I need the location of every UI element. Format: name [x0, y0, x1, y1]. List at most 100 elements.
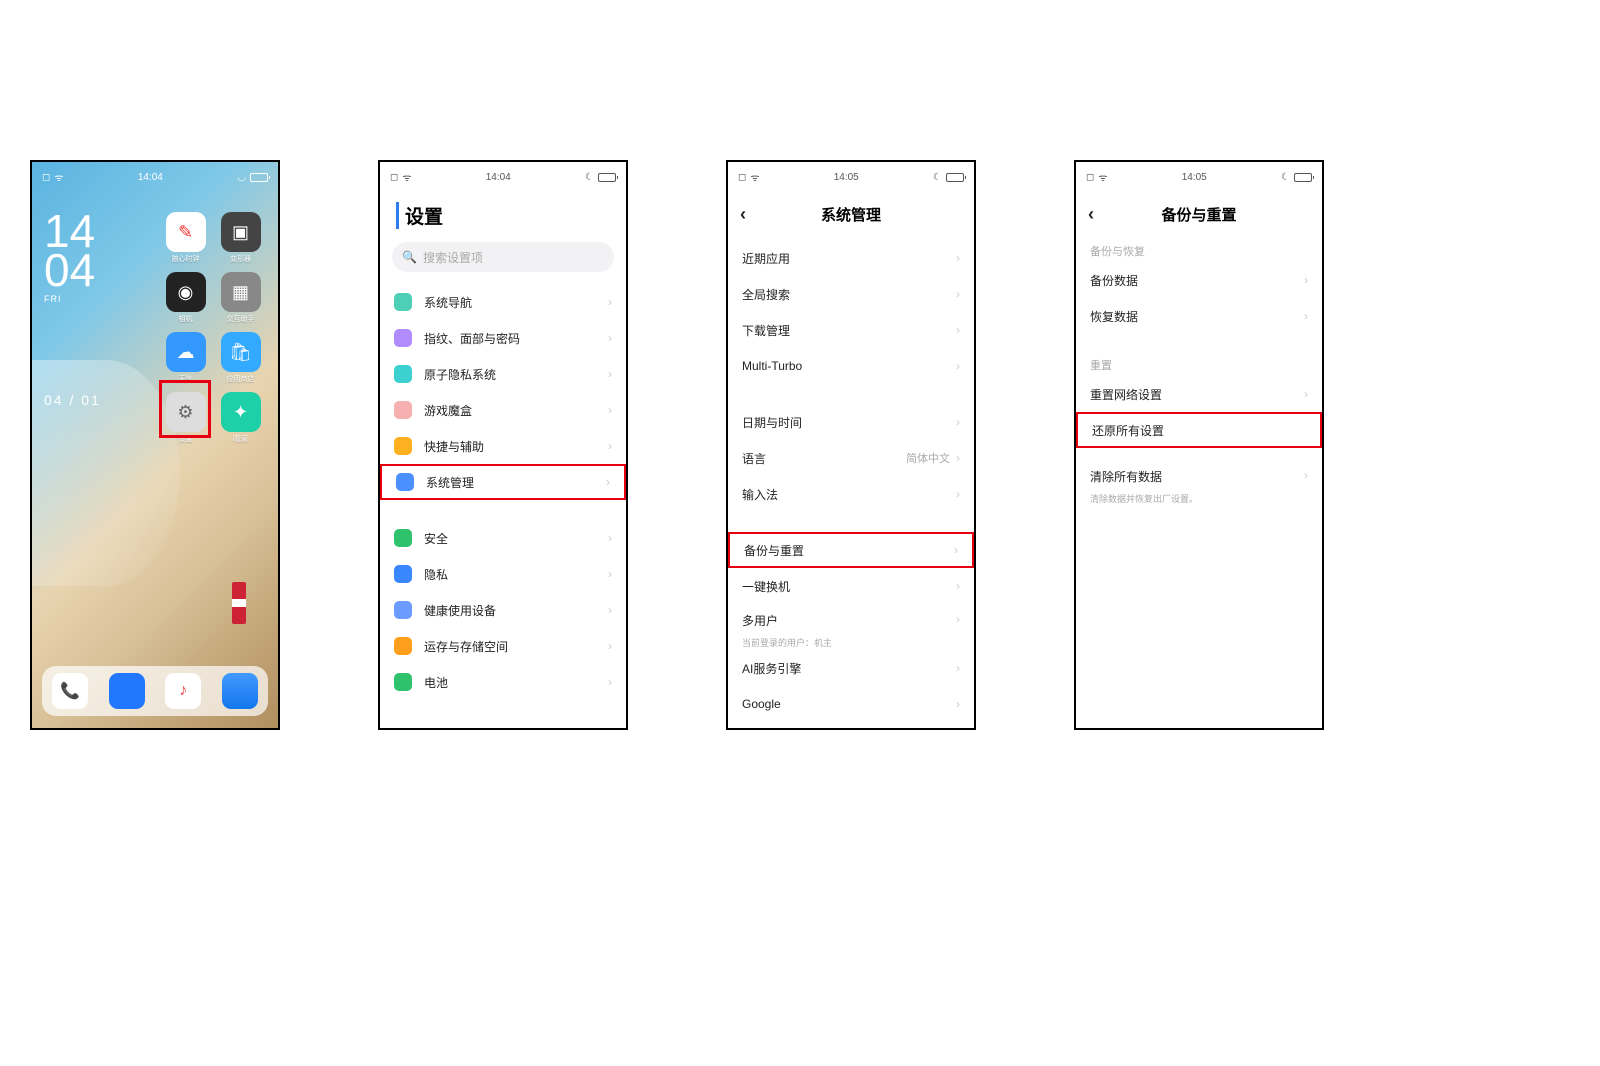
status-icon: ◻: [390, 172, 398, 183]
lighthouse-decoration: [232, 582, 246, 624]
chevron-right-icon: ›: [956, 612, 960, 626]
settings-item-nav[interactable]: 系统导航›: [380, 284, 626, 320]
chevron-right-icon: ›: [1304, 387, 1308, 401]
status-bar: ◻ ᯤ 14:04 ◡: [32, 168, 278, 186]
wifi-icon: ᯤ: [750, 170, 759, 184]
item-backup-data[interactable]: 备份数据›: [1076, 262, 1322, 298]
status-time: 14:05: [1182, 172, 1207, 183]
section-reset: 重置: [1076, 354, 1322, 376]
wallpaper: ◻ᯤ 14:04 ◡ 14 04 FRI 04 / 01 ✎随心时钟 ▣变形器 …: [32, 162, 278, 728]
item-migrate[interactable]: 一键换机›: [728, 568, 974, 604]
chevron-right-icon: ›: [956, 697, 960, 711]
status-time: 14:04: [486, 172, 511, 183]
settings-item-privacy[interactable]: 隐私›: [380, 556, 626, 592]
settings-item-quick[interactable]: 快捷与辅助›: [380, 428, 626, 464]
phone-settings: ◻ ᯤ 14:04 ☾ 设置 🔍搜索设置项 系统导航› 指纹、面部与密码› 原子隐…: [378, 160, 628, 730]
phone-backup-reset: ◻ᯤ 14:05 ☾ ‹ 备份与重置 备份与恢复 备份数据› 恢复数据› 重置 …: [1074, 160, 1324, 730]
app-store[interactable]: 🛍应用商店: [213, 332, 268, 392]
item-google[interactable]: Google›: [728, 686, 974, 722]
app-cube[interactable]: ▣变形器: [213, 212, 268, 272]
item-datetime[interactable]: 日期与时间›: [728, 404, 974, 440]
status-time: 14:04: [138, 172, 163, 183]
wifi-icon: ᯤ: [1098, 170, 1107, 184]
chevron-right-icon: ›: [956, 251, 960, 265]
battery-icon: [1294, 173, 1312, 182]
chevron-right-icon: ›: [608, 675, 612, 689]
status-icon: ◻: [42, 172, 50, 183]
status-bar: ◻ ᯤ 14:04 ☾: [380, 168, 626, 186]
settings-item-atom[interactable]: 原子隐私系统›: [380, 356, 626, 392]
status-time: 14:05: [834, 172, 859, 183]
page-title: 备份与重置: [1076, 204, 1322, 225]
chevron-right-icon: ›: [608, 567, 612, 581]
chevron-right-icon: ›: [956, 323, 960, 337]
app-box[interactable]: ▦交互助手: [213, 272, 268, 332]
status-bar: ◻ ᯤ 14:05 ☾: [728, 168, 974, 186]
page-title: 设置: [396, 202, 443, 229]
chevron-right-icon: ›: [606, 475, 610, 489]
search-icon: 🔍: [402, 250, 417, 264]
item-backup-reset[interactable]: 备份与重置›: [728, 532, 974, 568]
page-title: 系统管理: [728, 204, 974, 225]
battery-icon: [946, 173, 964, 182]
settings-item-system[interactable]: 系统管理›: [380, 464, 626, 500]
dock: 📞 ♪: [42, 666, 268, 716]
item-recent-apps[interactable]: 近期应用›: [728, 240, 974, 276]
settings-item-battery[interactable]: 电池›: [380, 664, 626, 700]
chevron-right-icon: ›: [608, 295, 612, 309]
highlight-settings-app: [159, 380, 211, 438]
status-icon: ◻: [738, 172, 746, 183]
chevron-right-icon: ›: [608, 531, 612, 545]
item-reset-all-settings[interactable]: 还原所有设置: [1076, 412, 1322, 448]
item-input[interactable]: 输入法›: [728, 476, 974, 512]
item-downloads[interactable]: 下载管理›: [728, 312, 974, 348]
moon-icon: ☾: [933, 172, 942, 183]
chevron-right-icon: ›: [1304, 468, 1308, 482]
phone-system-management: ◻ᯤ 14:05 ☾ ‹ 系统管理 近期应用› 全局搜索› 下载管理› Mult…: [726, 160, 976, 730]
phone-home-screen: ◻ᯤ 14:04 ◡ 14 04 FRI 04 / 01 ✎随心时钟 ▣变形器 …: [30, 160, 280, 730]
section-backup-restore: 备份与恢复: [1076, 240, 1322, 262]
app-calendar[interactable]: ✎随心时钟: [158, 212, 213, 272]
clock-widget[interactable]: 14 04 FRI: [44, 212, 95, 304]
chevron-right-icon: ›: [956, 661, 960, 675]
item-multiuser[interactable]: 多用户›当前登录的用户：机主: [728, 604, 974, 650]
search-input[interactable]: 🔍搜索设置项: [392, 242, 614, 272]
item-global-search[interactable]: 全局搜索›: [728, 276, 974, 312]
item-reset-network[interactable]: 重置网络设置›: [1076, 376, 1322, 412]
clock-minute: 04: [44, 251, 95, 290]
chevron-right-icon: ›: [608, 439, 612, 453]
item-erase-all-data[interactable]: 清除所有数据›清除数据并恢复出厂设置。: [1076, 460, 1322, 506]
status-icon: ◻: [1086, 172, 1094, 183]
chevron-right-icon: ›: [608, 331, 612, 345]
chevron-right-icon: ›: [956, 287, 960, 301]
moon-icon: ☾: [1281, 172, 1290, 183]
wifi-icon: ᯤ: [54, 170, 63, 184]
signal-icon: ◡: [237, 172, 246, 183]
chevron-right-icon: ›: [956, 579, 960, 593]
battery-icon: [598, 173, 616, 182]
settings-item-storage[interactable]: 运存与存储空间›: [380, 628, 626, 664]
item-multiturbo[interactable]: Multi-Turbo›: [728, 348, 974, 384]
chevron-right-icon: ›: [608, 639, 612, 653]
date-widget[interactable]: 04 / 01: [44, 392, 101, 408]
chevron-right-icon: ›: [956, 451, 960, 465]
wifi-icon: ᯤ: [402, 170, 411, 184]
settings-item-fingerprint[interactable]: 指纹、面部与密码›: [380, 320, 626, 356]
item-restore-data[interactable]: 恢复数据›: [1076, 298, 1322, 334]
chevron-right-icon: ›: [608, 603, 612, 617]
chevron-right-icon: ›: [956, 487, 960, 501]
chevron-right-icon: ›: [608, 367, 612, 381]
chevron-right-icon: ›: [954, 543, 958, 557]
status-bar: ◻ ᯤ 14:05 ☾: [1076, 168, 1322, 186]
moon-icon: ☾: [585, 172, 594, 183]
chevron-right-icon: ›: [1304, 273, 1308, 287]
item-ai[interactable]: AI服务引擎›: [728, 650, 974, 686]
settings-item-game[interactable]: 游戏魔盒›: [380, 392, 626, 428]
chevron-right-icon: ›: [956, 359, 960, 373]
chevron-right-icon: ›: [608, 403, 612, 417]
app-camera[interactable]: ◉相机: [158, 272, 213, 332]
item-language[interactable]: 语言简体中文›: [728, 440, 974, 476]
settings-item-security[interactable]: 安全›: [380, 520, 626, 556]
settings-item-health[interactable]: 健康使用设备›: [380, 592, 626, 628]
app-search[interactable]: ✦i管家: [213, 392, 268, 452]
